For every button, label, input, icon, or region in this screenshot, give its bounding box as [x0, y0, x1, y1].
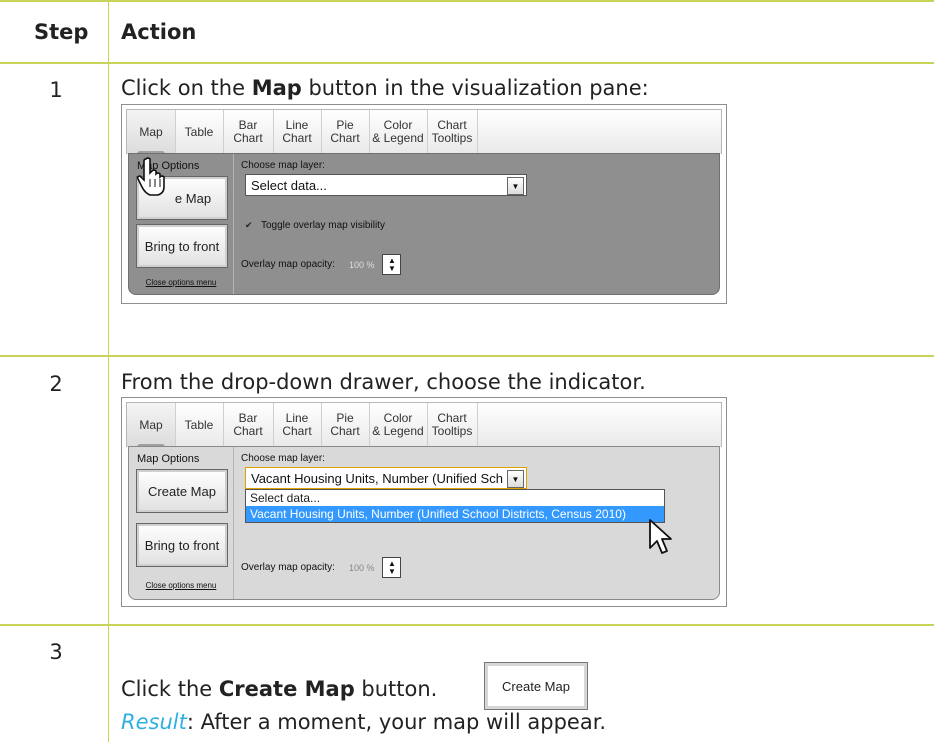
result-line: Result: After a moment, your map will ap…	[121, 710, 607, 734]
tab-bar: Map Table Bar Chart Line Chart Pie Chart Co…	[126, 402, 722, 447]
map-options-drawer: Map Options e Map Bring to front Close o…	[128, 153, 720, 295]
bring-to-front-label: Bring to front	[144, 238, 220, 254]
chevron-down-icon[interactable]: ▼	[507, 177, 524, 195]
dropdown-option-selected[interactable]: Vacant Housing Units, Number (Unified Sc…	[246, 506, 664, 522]
opacity-label: Overlay map opacity:	[241, 562, 335, 573]
map-layer-dropdown-list: Select data... Vacant Housing Units, Num…	[245, 489, 665, 523]
table-header-border	[0, 62, 934, 64]
table-column-divider	[108, 0, 109, 742]
table-row-border	[0, 355, 934, 357]
tab-map[interactable]: Map	[127, 110, 176, 154]
header-action: Action	[121, 20, 197, 44]
opacity-stepper[interactable]: ▲ ▼	[382, 254, 402, 275]
create-map-label: Create Map	[148, 483, 216, 499]
table-row-border	[0, 624, 934, 626]
tab-table[interactable]: Table	[175, 403, 224, 447]
dropdown-option[interactable]: Select data...	[246, 490, 664, 506]
step-instruction: From the drop-down drawer, choose the in…	[121, 370, 646, 394]
tab-bar: Map Table Bar Chart Line Chart Pie Chart Co…	[126, 109, 722, 154]
choose-layer-label: Choose map layer:	[241, 453, 325, 464]
tab-color-legend[interactable]: Color & Legend	[369, 403, 428, 447]
instruction-table: Step Action 1 Click on the Map button in…	[0, 0, 934, 742]
arrow-cursor-icon	[649, 519, 672, 554]
select-value: Vacant Housing Units, Number (Unified Sc…	[251, 470, 503, 486]
dropdown-screenshot: Map Table Bar Chart Line Chart Pie Chart Co…	[121, 397, 727, 607]
tab-bar-chart[interactable]: Bar Chart	[223, 403, 274, 447]
opacity-value: 100 %	[348, 562, 375, 573]
tab-chart-tooltips[interactable]: Chart Tooltips	[427, 110, 478, 154]
opacity-control: Overlay map opacity: 100 % ▲ ▼	[241, 557, 402, 578]
create-map-button[interactable]: Create Map	[136, 469, 228, 513]
step-instruction: Click the Create Map button.	[121, 677, 438, 701]
hand-cursor-icon	[136, 157, 165, 196]
choose-layer-label: Choose map layer:	[241, 160, 325, 171]
close-options-link[interactable]: Close options menu	[129, 278, 233, 287]
step-number: 3	[49, 640, 63, 664]
tab-bar-chart[interactable]: Bar Chart	[223, 110, 274, 154]
step-instruction: Click on the Map button in the visualiza…	[121, 76, 649, 100]
opacity-control: Overlay map opacity: 100 % ▲ ▼	[241, 254, 402, 275]
toggle-overlay-checkbox[interactable]: ✔ Toggle overlay map visibility	[245, 220, 385, 231]
checkmark-icon: ✔	[245, 220, 253, 230]
tab-line-chart[interactable]: Line Chart	[273, 110, 322, 154]
header-step: Step	[34, 20, 89, 44]
create-map-button-image: Create Map	[484, 662, 588, 710]
opacity-value: 100 %	[348, 259, 375, 270]
opacity-stepper[interactable]: ▲ ▼	[382, 557, 402, 578]
tab-table[interactable]: Table	[175, 110, 224, 154]
tab-map[interactable]: Map	[127, 403, 176, 447]
toggle-overlay-label: Toggle overlay map visibility	[261, 220, 385, 231]
map-options-title: Map Options	[137, 453, 200, 465]
tab-color-legend[interactable]: Color & Legend	[369, 110, 428, 154]
close-options-link[interactable]: Close options menu	[129, 581, 233, 590]
step-number: 2	[49, 372, 63, 396]
bring-to-front-button[interactable]: Bring to front	[136, 224, 228, 268]
tab-pie-chart[interactable]: Pie Chart	[321, 110, 370, 154]
table-top-border	[0, 0, 934, 2]
select-value: Select data...	[251, 177, 327, 193]
map-options-column: Map Options Create Map Bring to front Cl…	[129, 447, 234, 599]
step-number: 1	[49, 78, 63, 102]
chevron-down-icon[interactable]: ▼	[507, 470, 524, 488]
visualization-pane-screenshot: Map Table Bar Chart Line Chart Pie Chart Co…	[121, 104, 727, 304]
map-options-drawer: Map Options Create Map Bring to front Cl…	[128, 446, 720, 600]
tab-pie-chart[interactable]: Pie Chart	[321, 403, 370, 447]
tab-chart-tooltips[interactable]: Chart Tooltips	[427, 403, 478, 447]
bring-to-front-label: Bring to front	[144, 537, 220, 553]
map-layer-select[interactable]: Select data... ▼	[245, 174, 527, 196]
opacity-label: Overlay map opacity:	[241, 259, 335, 270]
tab-line-chart[interactable]: Line Chart	[273, 403, 322, 447]
map-layer-select[interactable]: Vacant Housing Units, Number (Unified Sc…	[245, 467, 527, 489]
arrow-down-icon[interactable]: ▼	[388, 264, 396, 273]
arrow-down-icon[interactable]: ▼	[388, 567, 396, 576]
bring-to-front-button[interactable]: Bring to front	[136, 523, 228, 567]
